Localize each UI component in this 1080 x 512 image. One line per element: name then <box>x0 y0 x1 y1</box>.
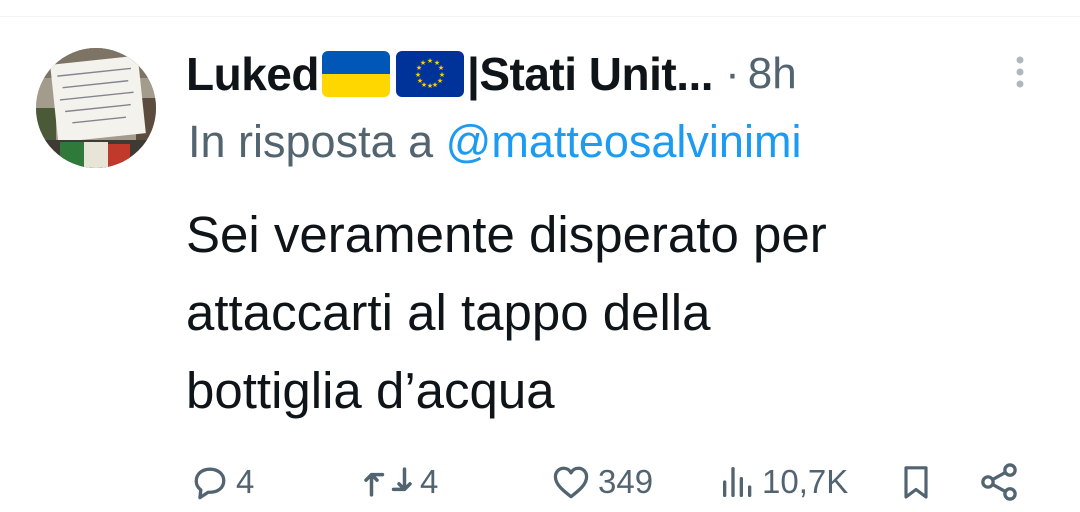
heart-icon <box>553 466 589 499</box>
share-button[interactable] <box>976 452 1022 512</box>
retweet-button[interactable]: 4 <box>360 452 438 512</box>
bookmark-button[interactable] <box>896 452 936 512</box>
retweet-icon <box>364 467 412 497</box>
like-count: 349 <box>598 463 654 500</box>
eu-flag-icon: ★ ★ ★ ★ ★ ★ ★ ★ ★ ★ ★ ★ <box>395 51 464 97</box>
timestamp[interactable]: 8h <box>748 49 797 99</box>
tweet-text-line: attaccarti al tappo della <box>186 284 711 341</box>
separator-dot: · <box>725 49 740 98</box>
action-bar: 4 4 349 10,7K <box>0 452 1080 512</box>
views-chart-icon <box>723 467 752 497</box>
more-options-icon[interactable] <box>1010 54 1030 94</box>
reply-handle-link[interactable]: @matteosalvinimi <box>446 116 802 167</box>
reply-context: In risposta a @matteosalvinimi <box>188 116 801 168</box>
ukraine-flag-icon <box>321 51 390 97</box>
like-button[interactable]: 349 <box>548 452 653 512</box>
reply-icon <box>194 467 226 500</box>
views-count: 10,7K <box>762 463 849 500</box>
views-button[interactable]: 10,7K <box>718 452 848 512</box>
reply-count: 4 <box>236 463 255 500</box>
svg-text:★: ★ <box>420 59 426 67</box>
svg-text:★: ★ <box>427 57 433 65</box>
author-name[interactable]: Luked <box>186 47 319 101</box>
tweet-text: Sei veramente disperato per attaccarti a… <box>186 196 1046 430</box>
svg-text:★: ★ <box>415 71 421 79</box>
share-icon <box>981 463 1017 501</box>
reply-button[interactable]: 4 <box>188 452 254 512</box>
avatar[interactable] <box>36 48 156 168</box>
reply-prefix: In risposta a <box>188 116 434 167</box>
bookmark-icon <box>904 466 928 499</box>
tweet-text-line: Sei veramente disperato per <box>186 206 827 263</box>
top-divider <box>0 16 1080 17</box>
author-name-suffix[interactable]: |Stati Unit... <box>467 47 714 101</box>
svg-text:★: ★ <box>427 82 433 90</box>
tweet-text-line: bottiglia d’acqua <box>186 362 555 419</box>
tweet-header: Luked ★ ★ ★ ★ ★ ★ ★ ★ ★ ★ ★ ★ |Stati Uni… <box>186 44 797 104</box>
retweet-count: 4 <box>420 463 439 500</box>
